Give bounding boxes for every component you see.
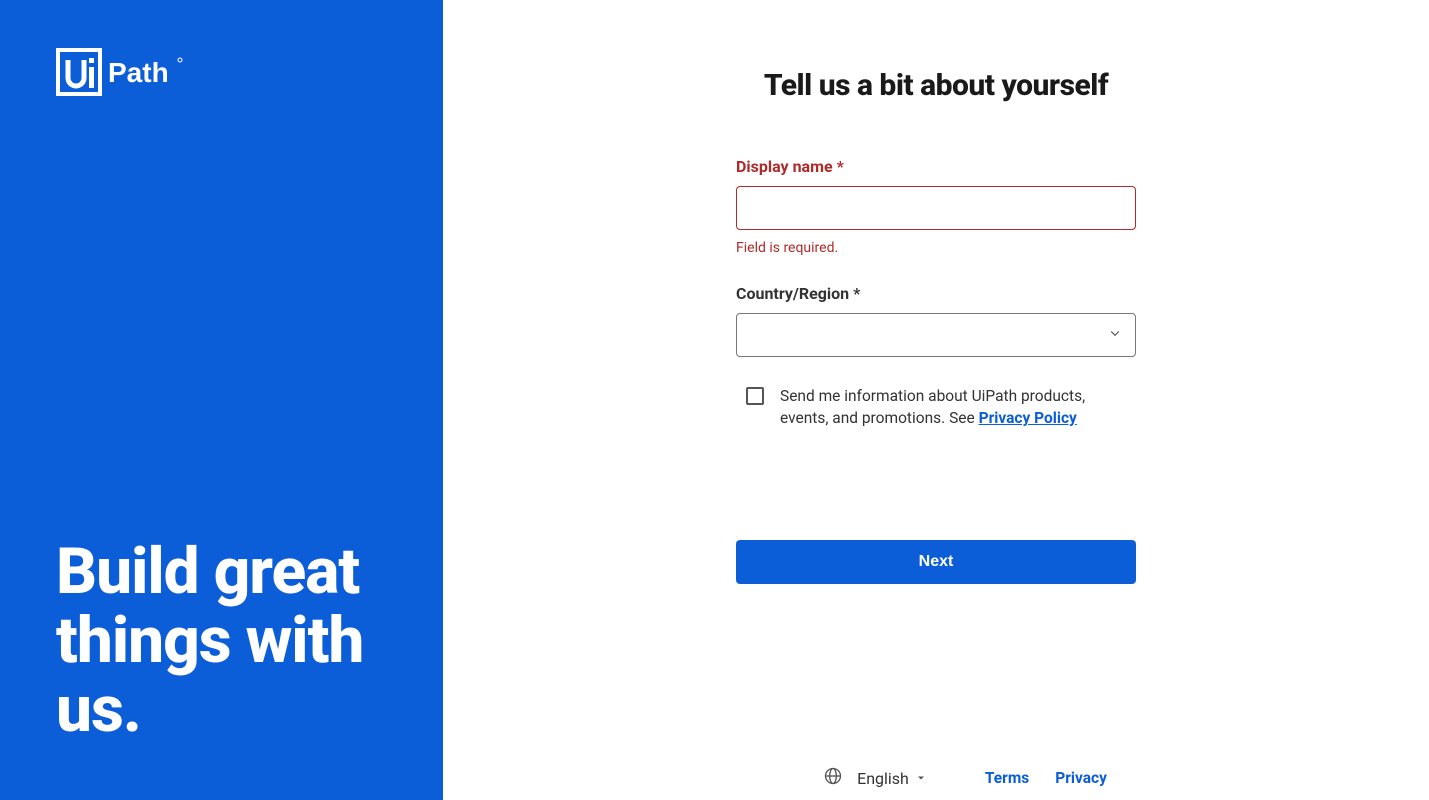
next-button[interactable]: Next xyxy=(736,540,1136,584)
terms-link[interactable]: Terms xyxy=(985,769,1029,787)
country-label: Country/Region * xyxy=(736,284,1136,303)
display-name-label: Display name * xyxy=(736,157,1136,176)
main-content: Tell us a bit about yourself Display nam… xyxy=(443,0,1429,800)
globe-icon xyxy=(823,766,843,790)
footer: English Terms Privacy xyxy=(736,766,1136,790)
marketing-consent-checkbox[interactable] xyxy=(746,387,764,405)
tagline: Build great things with us. xyxy=(56,537,387,744)
marketing-consent-row: Send me information about UiPath product… xyxy=(736,385,1136,430)
country-field-group: Country/Region * xyxy=(736,284,1136,357)
sidebar: Path Build great things with us. xyxy=(0,0,443,800)
country-select[interactable] xyxy=(736,313,1136,357)
privacy-link[interactable]: Privacy xyxy=(1055,769,1107,787)
display-name-input[interactable] xyxy=(736,186,1136,230)
dropdown-arrow-icon xyxy=(915,769,927,788)
language-selector[interactable]: English xyxy=(823,766,927,790)
privacy-policy-link[interactable]: Privacy Policy xyxy=(979,409,1077,427)
language-label: English xyxy=(857,769,909,788)
display-name-error: Field is required. xyxy=(736,240,1136,256)
signup-form: Tell us a bit about yourself Display nam… xyxy=(736,68,1136,584)
form-heading: Tell us a bit about yourself xyxy=(736,68,1136,103)
marketing-consent-label: Send me information about UiPath product… xyxy=(780,385,1136,430)
svg-text:Path: Path xyxy=(108,57,169,88)
display-name-field-group: Display name * Field is required. xyxy=(736,157,1136,256)
uipath-logo: Path xyxy=(56,48,387,100)
